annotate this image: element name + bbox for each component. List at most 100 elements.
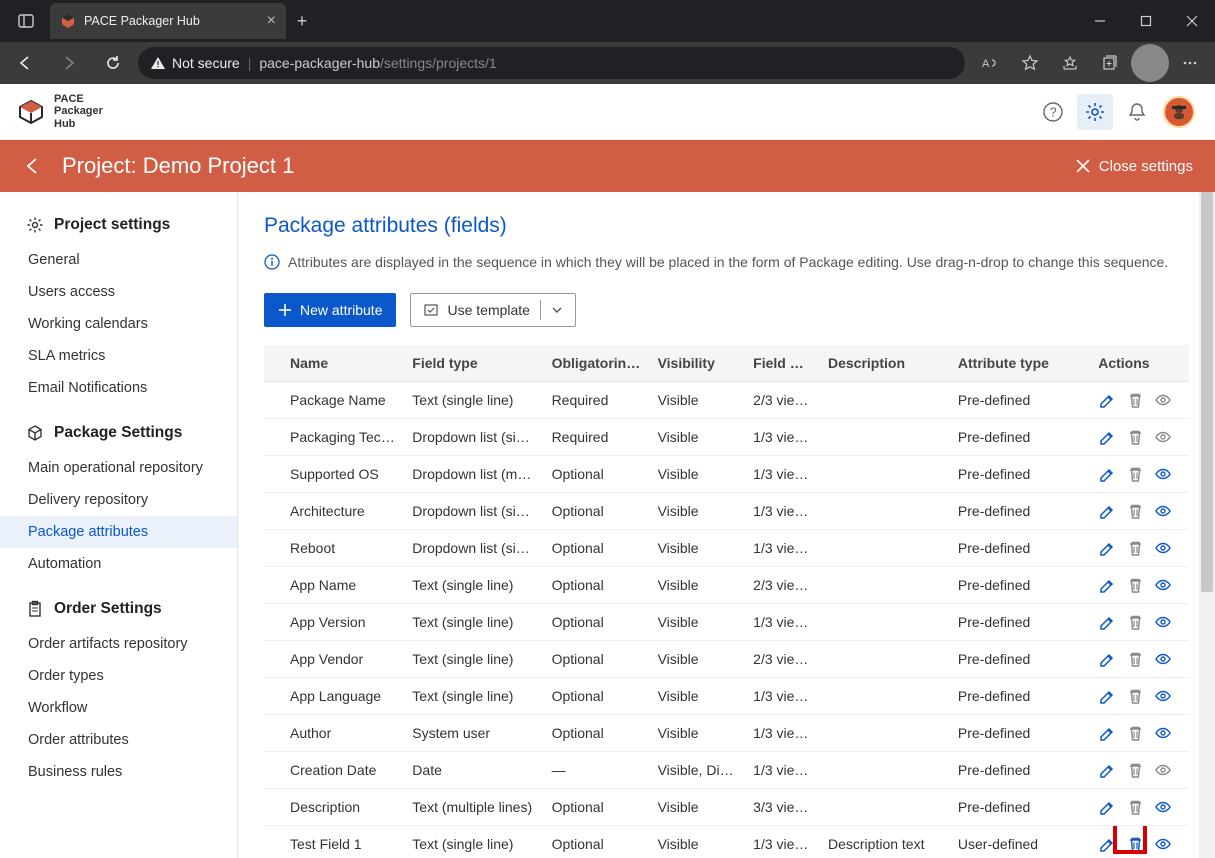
visibility-icon[interactable]	[1154, 650, 1172, 668]
sidebar-item[interactable]: Automation	[0, 548, 237, 580]
table-row: Supported OSDropdown list (mult...Option…	[264, 456, 1189, 493]
column-header[interactable]: Description	[820, 345, 950, 382]
delete-icon[interactable]	[1126, 539, 1144, 557]
tab-actions-icon[interactable]	[8, 3, 44, 39]
visibility-icon[interactable]	[1154, 687, 1172, 705]
table-row: AuthorSystem userOptionalVisible1/3 view…	[264, 715, 1189, 752]
edit-icon[interactable]	[1098, 428, 1116, 446]
favorites-bar-icon[interactable]	[1051, 44, 1089, 82]
sidebar-item[interactable]: Order attributes	[0, 724, 237, 756]
edit-icon[interactable]	[1098, 724, 1116, 742]
browser-tab[interactable]: PACE Packager Hub ×	[50, 3, 286, 39]
edit-icon[interactable]	[1098, 761, 1116, 779]
chevron-down-icon	[551, 304, 563, 316]
window-minimize-icon[interactable]	[1077, 0, 1123, 42]
visibility-icon[interactable]	[1154, 798, 1172, 816]
table-row: App VendorText (single line)OptionalVisi…	[264, 641, 1189, 678]
visibility-icon[interactable]	[1154, 761, 1172, 779]
edit-icon[interactable]	[1098, 650, 1116, 668]
delete-icon[interactable]	[1126, 576, 1144, 594]
visibility-icon[interactable]	[1154, 835, 1172, 853]
notifications-icon[interactable]	[1119, 94, 1155, 130]
nav-back-icon[interactable]	[6, 44, 44, 82]
profile-icon[interactable]	[1131, 44, 1169, 82]
help-icon[interactable]: ?	[1035, 94, 1071, 130]
delete-icon[interactable]	[1126, 687, 1144, 705]
visibility-icon[interactable]	[1154, 391, 1172, 409]
edit-icon[interactable]	[1098, 539, 1116, 557]
sidebar-item[interactable]: Working calendars	[0, 308, 237, 340]
edit-icon[interactable]	[1098, 502, 1116, 520]
sidebar-item[interactable]: Order types	[0, 660, 237, 692]
sidebar-item[interactable]: Main operational repository	[0, 452, 237, 484]
close-tab-icon[interactable]: ×	[267, 12, 276, 30]
table-row: Package NameText (single line)RequiredVi…	[264, 382, 1189, 419]
app-logo[interactable]: PACEPackagerHub	[18, 93, 103, 129]
delete-icon[interactable]	[1126, 761, 1144, 779]
delete-icon[interactable]	[1126, 391, 1144, 409]
visibility-icon[interactable]	[1154, 502, 1172, 520]
delete-icon[interactable]	[1126, 613, 1144, 631]
sidebar-item[interactable]: Business rules	[0, 756, 237, 788]
sidebar-item[interactable]: Users access	[0, 276, 237, 308]
visibility-icon[interactable]	[1154, 428, 1172, 446]
delete-icon[interactable]	[1126, 650, 1144, 668]
column-header[interactable]: Name	[264, 345, 404, 382]
delete-icon[interactable]	[1126, 835, 1144, 853]
read-aloud-icon[interactable]: A	[971, 44, 1009, 82]
edit-icon[interactable]	[1098, 465, 1116, 483]
column-header[interactable]: Visibility	[650, 345, 746, 382]
column-header[interactable]: Attribute type	[950, 345, 1090, 382]
edit-icon[interactable]	[1098, 576, 1116, 594]
sidebar-item[interactable]: Email Notifications	[0, 372, 237, 404]
sidebar-item[interactable]: SLA metrics	[0, 340, 237, 372]
column-header[interactable]: Field wi...	[745, 345, 820, 382]
browser-menu-icon[interactable]	[1171, 44, 1209, 82]
table-row: Packaging Tech...Dropdown list (sing...R…	[264, 419, 1189, 456]
delete-icon[interactable]	[1126, 798, 1144, 816]
delete-icon[interactable]	[1126, 502, 1144, 520]
favorites-icon[interactable]	[1011, 44, 1049, 82]
clipboard-icon	[26, 600, 44, 618]
window-maximize-icon[interactable]	[1123, 0, 1169, 42]
visibility-icon[interactable]	[1154, 465, 1172, 483]
vertical-scrollbar[interactable]	[1199, 192, 1215, 858]
edit-icon[interactable]	[1098, 835, 1116, 853]
visibility-icon[interactable]	[1154, 576, 1172, 594]
column-header[interactable]: Field type	[404, 345, 543, 382]
visibility-icon[interactable]	[1154, 613, 1172, 631]
settings-icon[interactable]	[1077, 94, 1113, 130]
table-row: DescriptionText (multiple lines)Optional…	[264, 789, 1189, 826]
sidebar-item[interactable]: Workflow	[0, 692, 237, 724]
visibility-icon[interactable]	[1154, 724, 1172, 742]
gear-icon	[26, 216, 44, 234]
address-input[interactable]: Not secure | pace-packager-hub/settings/…	[138, 47, 965, 79]
sidebar-item[interactable]: Package attributes	[0, 516, 237, 548]
page-heading: Package attributes (fields)	[264, 214, 1189, 238]
sidebar-item[interactable]: Order artifacts repository	[0, 628, 237, 660]
edit-icon[interactable]	[1098, 687, 1116, 705]
use-template-button[interactable]: Use template	[410, 293, 575, 327]
sidebar-item[interactable]: General	[0, 244, 237, 276]
nav-forward-icon	[50, 44, 88, 82]
edit-icon[interactable]	[1098, 391, 1116, 409]
table-row: App VersionText (single line)OptionalVis…	[264, 604, 1189, 641]
column-header[interactable]: Actions	[1090, 345, 1189, 382]
visibility-icon[interactable]	[1154, 539, 1172, 557]
back-icon[interactable]	[22, 155, 44, 177]
column-header[interactable]: Obligatoriness	[544, 345, 650, 382]
delete-icon[interactable]	[1126, 724, 1144, 742]
collections-icon[interactable]	[1091, 44, 1129, 82]
sidebar-item[interactable]: Delivery repository	[0, 484, 237, 516]
edit-icon[interactable]	[1098, 613, 1116, 631]
new-attribute-button[interactable]: New attribute	[264, 293, 396, 327]
app-header: PACEPackagerHub ?	[0, 84, 1215, 140]
user-avatar[interactable]	[1161, 94, 1197, 130]
delete-icon[interactable]	[1126, 428, 1144, 446]
delete-icon[interactable]	[1126, 465, 1144, 483]
nav-refresh-icon[interactable]	[94, 44, 132, 82]
close-settings-button[interactable]: Close settings	[1075, 158, 1193, 175]
new-tab-button[interactable]: +	[286, 5, 318, 37]
window-close-icon[interactable]	[1169, 0, 1215, 42]
edit-icon[interactable]	[1098, 798, 1116, 816]
